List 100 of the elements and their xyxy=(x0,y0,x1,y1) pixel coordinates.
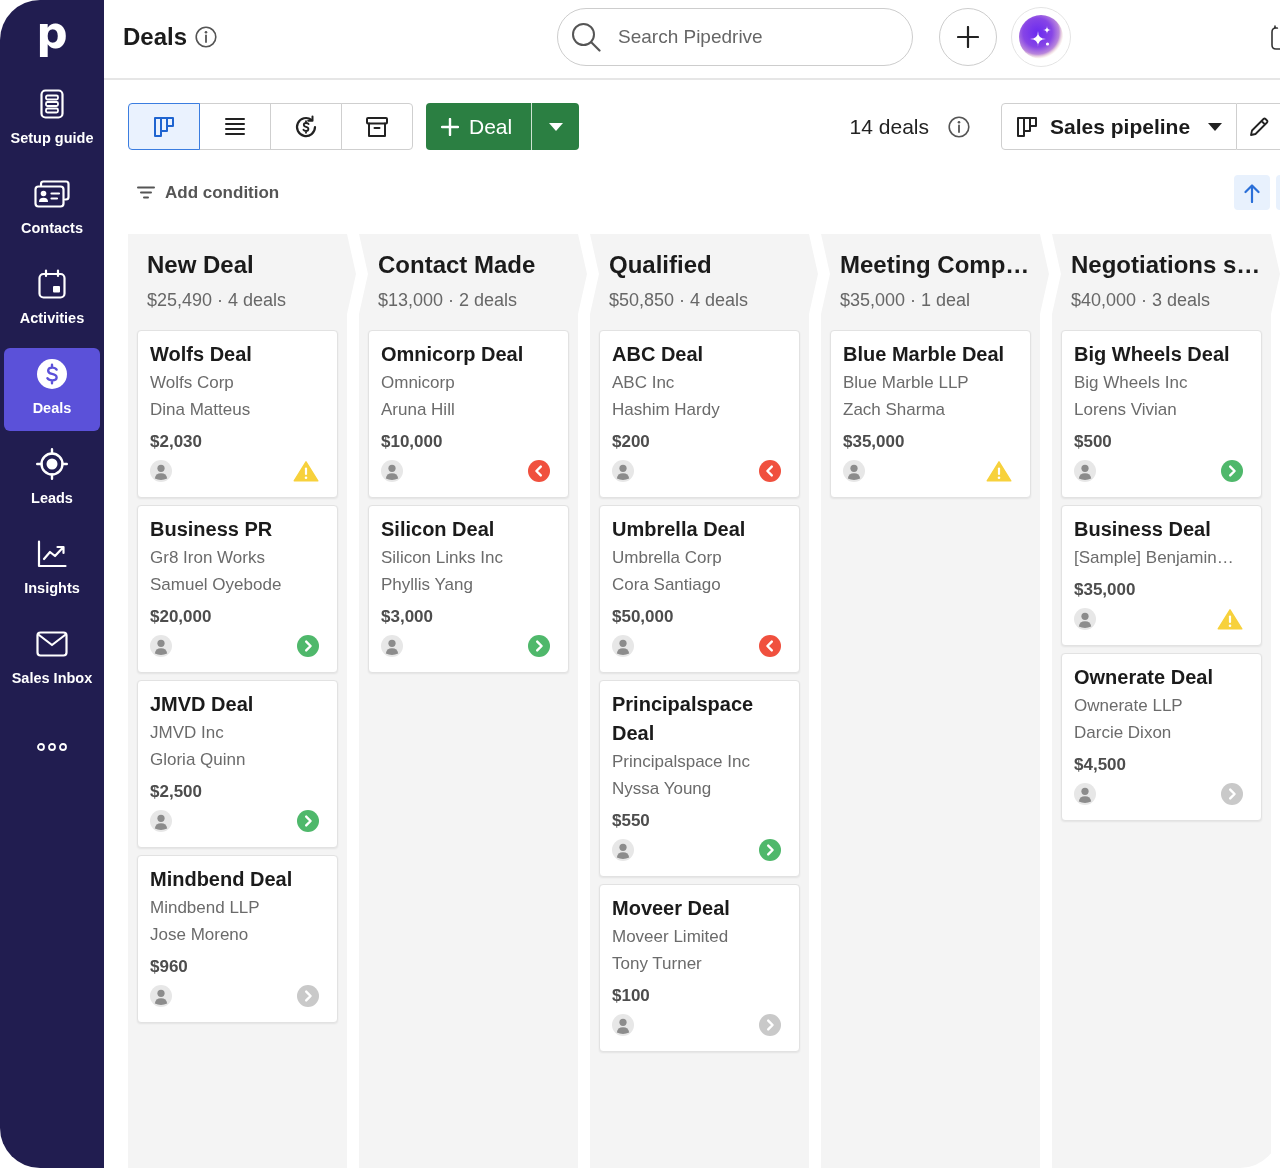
contact-name: Jose Moreno xyxy=(150,924,250,946)
left-chevron-icon[interactable] xyxy=(759,460,781,482)
deal-card[interactable]: Wolfs Deal Wolfs Corp Dina Matteus $2,030 xyxy=(137,330,338,498)
deal-title: Ownerate Deal xyxy=(1074,665,1214,690)
avatar-icon[interactable] xyxy=(150,985,172,1007)
deal-card[interactable]: Ownerate Deal Ownerate LLP Darcie Dixon $4,500 xyxy=(1061,653,1262,821)
add-deal-button[interactable]: Deal xyxy=(426,103,531,150)
deal-count: 14 deals xyxy=(849,113,929,140)
deal-card[interactable]: JMVD Deal JMVD Inc Gloria Quinn $2,500 xyxy=(137,680,338,848)
partial-icon[interactable] xyxy=(1268,24,1280,50)
avatar-icon[interactable] xyxy=(843,460,865,482)
deal-value: $550 xyxy=(612,810,651,832)
deal-title: Business Deal xyxy=(1074,517,1212,542)
contact-name: Zach Sharma xyxy=(843,399,947,421)
deal-card[interactable]: Business PR Gr8 Iron Works Samuel Oyebode $20,000 xyxy=(137,505,338,673)
organization-name: ABC Inc xyxy=(612,372,676,394)
stage-title: Contact Made xyxy=(378,250,537,280)
avatar-icon[interactable] xyxy=(612,635,634,657)
deal-value: $960 xyxy=(150,956,189,978)
avatar-icon[interactable] xyxy=(381,460,403,482)
deal-card[interactable]: Silicon Deal Silicon Links Inc Phyllis Yang $3,000 xyxy=(368,505,569,673)
avatar-icon[interactable] xyxy=(150,460,172,482)
contact-name: Lorens Vivian xyxy=(1074,399,1178,421)
deal-card[interactable]: Mindbend Deal Mindbend LLP Jose Moreno $960 xyxy=(137,855,338,1023)
nav-item[interactable]: Sales Inbox xyxy=(4,618,100,701)
envelope-icon xyxy=(36,631,68,657)
info-icon[interactable] xyxy=(948,115,970,138)
deal-title: Mindbend Deal xyxy=(150,867,294,892)
nav-item[interactable]: Deals xyxy=(4,348,100,431)
nav-item[interactable]: Setup guide xyxy=(4,78,100,161)
deal-title: JMVD Deal xyxy=(150,692,255,717)
nav-item[interactable]: Contacts xyxy=(4,168,100,251)
chart-icon xyxy=(37,540,67,568)
logo[interactable]: p xyxy=(36,11,68,55)
contact-name: Phyllis Yang xyxy=(381,574,474,596)
left-chevron-icon[interactable] xyxy=(528,460,550,482)
info-icon[interactable] xyxy=(195,26,218,48)
avatar-icon[interactable] xyxy=(612,460,634,482)
organization-name: [Sample] Benjamin… xyxy=(1074,547,1235,569)
avatar-icon[interactable] xyxy=(1074,783,1096,805)
deal-card[interactable]: Business Deal [Sample] Benjamin… $35,000 xyxy=(1061,505,1262,646)
deal-value: $50,000 xyxy=(612,606,675,628)
deal-card[interactable]: Big Wheels Deal Big Wheels Inc Lorens Vivian $500 xyxy=(1061,330,1262,498)
deal-card[interactable]: ABC Deal ABC Inc Hashim Hardy $200 xyxy=(599,330,800,498)
columns-icon xyxy=(1016,115,1038,138)
nav-item[interactable]: Activities xyxy=(4,258,100,341)
nav-item[interactable]: Insights xyxy=(4,528,100,611)
avatar-icon[interactable] xyxy=(381,635,403,657)
right-chevron-icon[interactable] xyxy=(297,810,319,832)
avatar-icon[interactable] xyxy=(612,1014,634,1036)
deal-value: $500 xyxy=(1074,431,1113,453)
search-field[interactable]: Search Pipedrive xyxy=(557,8,913,66)
right-chevron-icon[interactable] xyxy=(759,839,781,861)
avatar-icon[interactable] xyxy=(150,810,172,832)
deal-value: $35,000 xyxy=(843,431,906,453)
add-condition-button[interactable]: Add condition xyxy=(137,182,280,203)
avatar-icon[interactable] xyxy=(150,635,172,657)
edit-button[interactable] xyxy=(1237,103,1280,150)
pipeline-select[interactable]: Sales pipeline xyxy=(1001,103,1237,150)
left-chevron-icon[interactable] xyxy=(759,635,781,657)
right-chevron-icon[interactable] xyxy=(528,635,550,657)
contact-name: Aruna Hill xyxy=(381,399,456,421)
right-chevron-icon[interactable] xyxy=(297,635,319,657)
deal-value: $2,030 xyxy=(150,431,203,453)
deal-card[interactable]: Moveer Deal Moveer Limited Tony Turner $100 xyxy=(599,884,800,1052)
avatar-icon[interactable] xyxy=(612,839,634,861)
dropdown-button[interactable] xyxy=(531,103,579,150)
deal-card[interactable]: Blue Marble Deal Blue Marble LLP Zach Sharma $35,000 xyxy=(830,330,1031,498)
contact-name: Darcie Dixon xyxy=(1074,722,1173,744)
deal-title: Blue Marble Deal xyxy=(843,342,1006,367)
contact-card-icon xyxy=(34,180,70,208)
stage-summary: $13,000 · 2 deals xyxy=(378,289,519,312)
nav-item[interactable]: Leads xyxy=(4,438,100,521)
dollar-icon xyxy=(37,359,67,389)
deal-value: $10,000 xyxy=(381,431,444,453)
stage-title: Meeting Comp… xyxy=(840,250,1031,280)
stage-summary: $50,850 · 4 deals xyxy=(609,289,750,312)
organization-name: Wolfs Corp xyxy=(150,372,235,394)
contact-name: Nyssa Young xyxy=(612,778,713,800)
more-icon[interactable] xyxy=(37,743,67,751)
deal-card[interactable]: Principalspace Deal Principalspace Inc Nyssa Young $550 xyxy=(599,680,800,877)
organization-name: Ownerate LLP xyxy=(1074,695,1184,717)
organization-name: JMVD Inc xyxy=(150,722,225,744)
deal-value: $35,000 xyxy=(1074,579,1137,601)
filter-icon xyxy=(137,186,155,199)
arrow-up-icon xyxy=(1243,182,1261,203)
right-chevron-icon[interactable] xyxy=(1221,460,1243,482)
deal-card[interactable]: Omnicorp Deal Omnicorp Aruna Hill $10,000 xyxy=(368,330,569,498)
deal-title: Business PR xyxy=(150,517,274,542)
avatar-icon[interactable] xyxy=(1074,608,1096,630)
search-icon xyxy=(571,22,601,52)
contact-name: Samuel Oyebode xyxy=(150,574,283,596)
deal-card[interactable]: Umbrella Deal Umbrella Corp Cora Santiago $50,000 xyxy=(599,505,800,673)
caret-icon xyxy=(548,122,563,131)
deal-value: $200 xyxy=(612,431,651,453)
view-toggle[interactable] xyxy=(128,103,200,150)
scroll-up-button[interactable] xyxy=(1234,175,1270,210)
avatar-icon[interactable] xyxy=(1074,460,1096,482)
deal-title: Big Wheels Deal xyxy=(1074,342,1231,367)
deal-title: Wolfs Deal xyxy=(150,342,253,367)
